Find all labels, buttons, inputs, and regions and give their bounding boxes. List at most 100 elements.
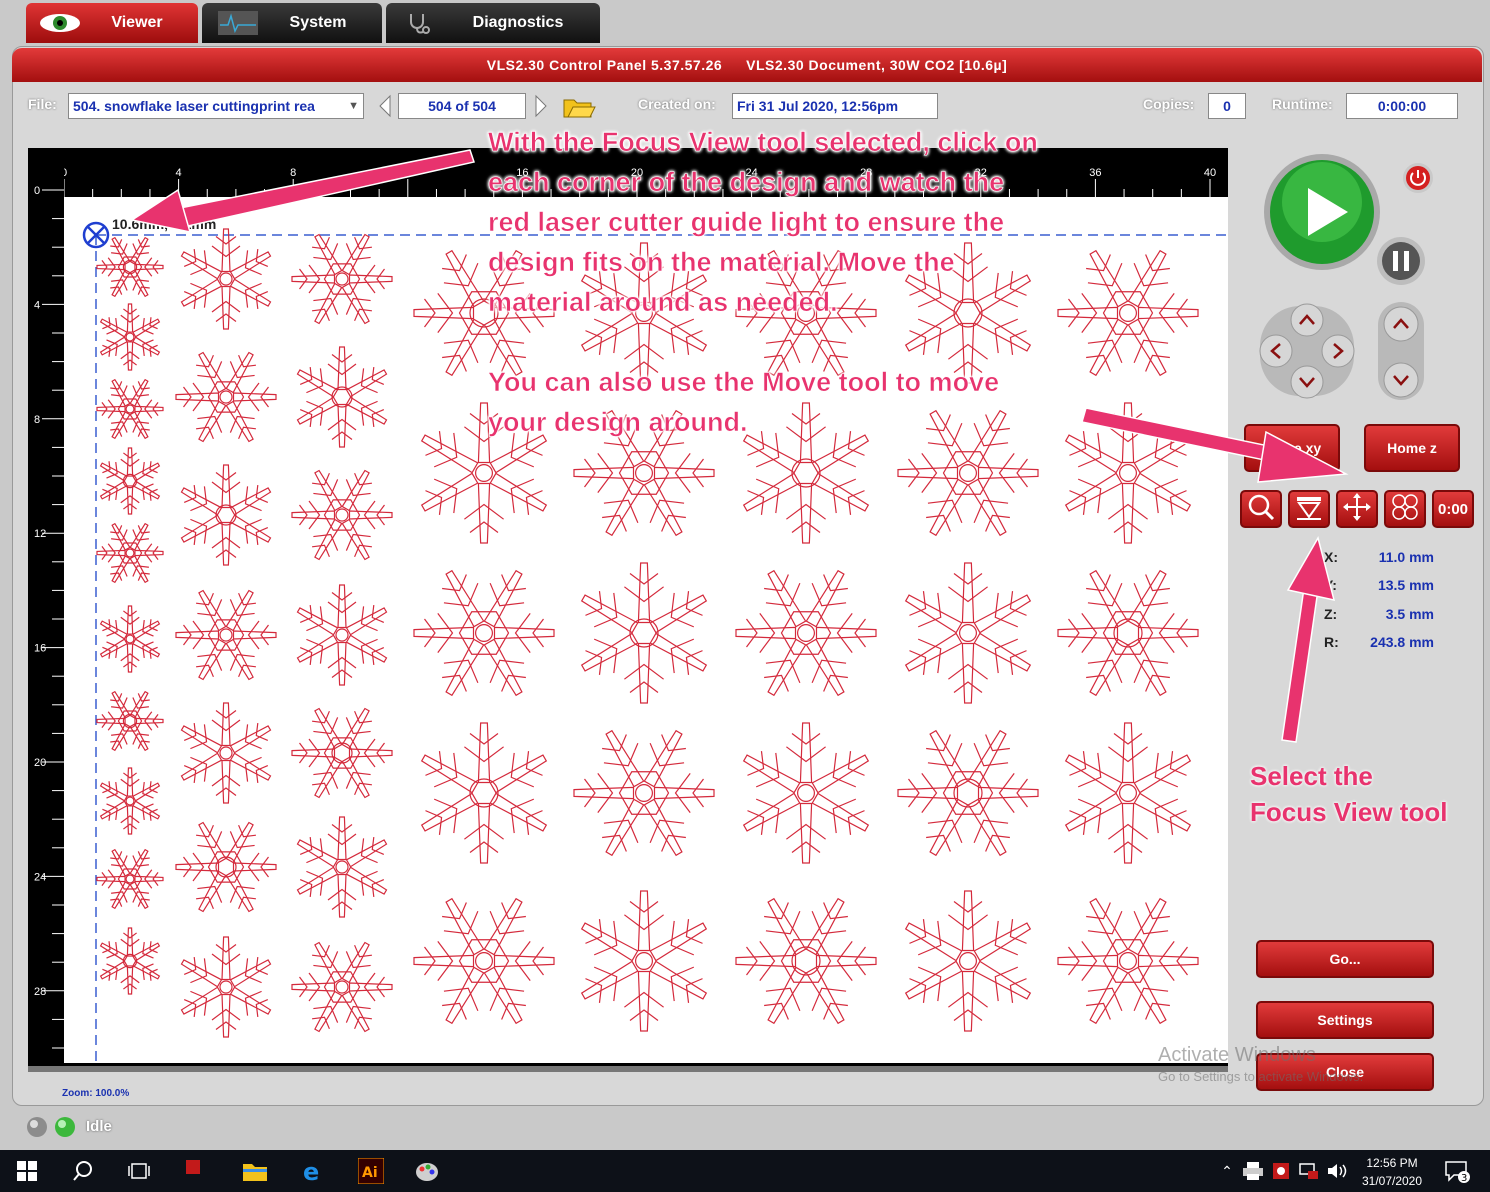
snowflake — [1064, 722, 1192, 864]
start-button[interactable] — [1262, 152, 1382, 277]
eye-icon — [38, 12, 82, 39]
zoom-tool-button[interactable] — [1240, 490, 1282, 528]
jog-up-icon — [1290, 303, 1324, 337]
snowflake — [175, 589, 277, 681]
snowflake — [96, 690, 164, 752]
ruler-h-label: 8 — [290, 167, 296, 179]
ruler-v-label: 20 — [34, 757, 46, 769]
snowflake — [413, 569, 555, 697]
tray-expand-icon[interactable]: ⌃ — [1214, 1158, 1240, 1184]
canvas-scroll-strip[interactable] — [28, 1066, 1228, 1072]
file-explorer-icon[interactable] — [242, 1158, 268, 1184]
windows-taskbar — [0, 1150, 1490, 1192]
prev-page-icon[interactable] — [378, 94, 392, 123]
title-right: VLS2.30 Document, 30W CO2 [10.6µ] — [746, 57, 1008, 73]
task-view-icon[interactable] — [126, 1158, 152, 1184]
tab-diagnostics-label: Diagnostics — [472, 14, 564, 31]
annotation-focus-line1: Select the — [1250, 761, 1373, 791]
grid-circles-icon — [1390, 492, 1420, 527]
page-indicator: 504 of 504 — [398, 93, 526, 119]
ruler-h-label: 0 — [64, 167, 67, 179]
estimate-tool-button[interactable] — [1384, 490, 1426, 528]
created-value: Fri 31 Jul 2020, 12:56pm — [732, 93, 938, 119]
status-bar: Idle — [0, 1106, 1490, 1150]
ruler-v-label: 8 — [34, 414, 40, 426]
open-folder-icon[interactable] — [562, 92, 596, 125]
design-sheet[interactable] — [64, 197, 1228, 1063]
ruler-h-label: 12 — [402, 167, 414, 179]
home-z-button[interactable]: Home z — [1364, 424, 1460, 472]
zoom-label: Zoom: — [62, 1088, 93, 1099]
pause-button[interactable] — [1376, 236, 1426, 291]
snowflake — [99, 303, 161, 371]
chevron-down-icon: ▼ — [348, 100, 359, 112]
stethoscope-icon — [406, 11, 432, 42]
focus-target-icon — [82, 221, 110, 254]
volume-tray-icon[interactable] — [1324, 1158, 1350, 1184]
runtime-label: Runtime: — [1272, 96, 1333, 112]
copies-input[interactable]: 0 — [1208, 93, 1246, 119]
windows-start-icon[interactable] — [14, 1158, 40, 1184]
paint-app-icon[interactable] — [414, 1158, 440, 1184]
taskbar-date: 31/07/2020 — [1361, 1174, 1423, 1188]
move-tool-button[interactable] — [1336, 490, 1378, 528]
go-button[interactable]: Go... — [1256, 940, 1434, 978]
snowflake — [735, 569, 877, 697]
snowflake — [291, 469, 393, 561]
illustrator-icon[interactable]: Ai — [358, 1158, 384, 1184]
annotation-focus-line2: Focus View tool — [1250, 797, 1448, 827]
zoom-indicator: Zoom: 100.0% — [62, 1088, 129, 1099]
snowflake — [296, 816, 388, 918]
ruler-v-label: 28 — [34, 986, 46, 998]
status-led-green-icon — [54, 1116, 76, 1143]
snowflake — [96, 378, 164, 440]
ruler-v-label: 4 — [34, 299, 40, 311]
next-page-icon[interactable] — [534, 94, 548, 123]
tab-viewer[interactable]: Viewer — [26, 3, 198, 43]
coord-z-label: Z: — [1324, 606, 1338, 622]
svg-text:Ai: Ai — [362, 1165, 378, 1181]
settings-button[interactable]: Settings — [1256, 1001, 1434, 1039]
annotation-move-line2: your design around. — [488, 407, 748, 438]
watermark-line1: Activate Windows — [1158, 1044, 1316, 1066]
snowflake — [99, 767, 161, 835]
annotation-main: With the Focus View tool selected, click… — [488, 122, 1038, 322]
file-select[interactable]: 504. snowflake laser cuttingprint rea ▼ — [68, 93, 364, 119]
notifications-icon[interactable]: 3 — [1444, 1158, 1470, 1184]
z-up-icon — [1383, 306, 1419, 342]
snowflake — [175, 821, 277, 913]
laser-app-icon[interactable] — [180, 1154, 206, 1180]
snowflake — [296, 584, 388, 686]
snowflake — [96, 848, 164, 910]
snowflake — [573, 729, 715, 857]
printer-tray-icon[interactable] — [1240, 1158, 1266, 1184]
network-tray-icon[interactable] — [1296, 1158, 1322, 1184]
focus-view-tool-button[interactable] — [1288, 490, 1330, 528]
watermark-line2: Go to Settings to activate Windows. — [1158, 1069, 1364, 1084]
power-icon[interactable] — [1402, 162, 1434, 199]
file-label: File: — [28, 96, 57, 112]
tab-system[interactable]: System — [202, 3, 382, 43]
search-icon[interactable] — [70, 1158, 96, 1184]
snowflake — [742, 722, 870, 864]
z-jog-pad — [1374, 296, 1428, 406]
snowflake — [296, 346, 388, 448]
edge-browser-icon[interactable]: e — [300, 1158, 326, 1184]
jog-left-icon — [1259, 334, 1293, 368]
cursor-readout: 10.6mm, 4.1mm — [112, 216, 217, 232]
home-xy-button[interactable]: Home xy — [1244, 424, 1340, 472]
focus-view-icon — [1294, 492, 1324, 527]
annotation-main-line1: With the Focus View tool selected, click… — [488, 127, 1038, 158]
zoom-value: 100.0% — [95, 1088, 130, 1099]
tab-system-label: System — [289, 14, 347, 31]
taskbar-clock[interactable]: 12:56 PM 31/07/2020 — [1354, 1154, 1430, 1190]
snowflake — [420, 722, 548, 864]
jog-right-icon — [1321, 334, 1355, 368]
tab-diagnostics[interactable]: Diagnostics — [386, 3, 600, 43]
snowflake — [180, 702, 272, 804]
snowflake — [1057, 897, 1199, 1025]
coord-x-value: 11.0 mm — [1378, 549, 1434, 565]
time-estimate-button[interactable]: 0:00 — [1432, 490, 1474, 528]
snowflake — [96, 522, 164, 584]
laser-tray-icon[interactable] — [1268, 1158, 1294, 1184]
